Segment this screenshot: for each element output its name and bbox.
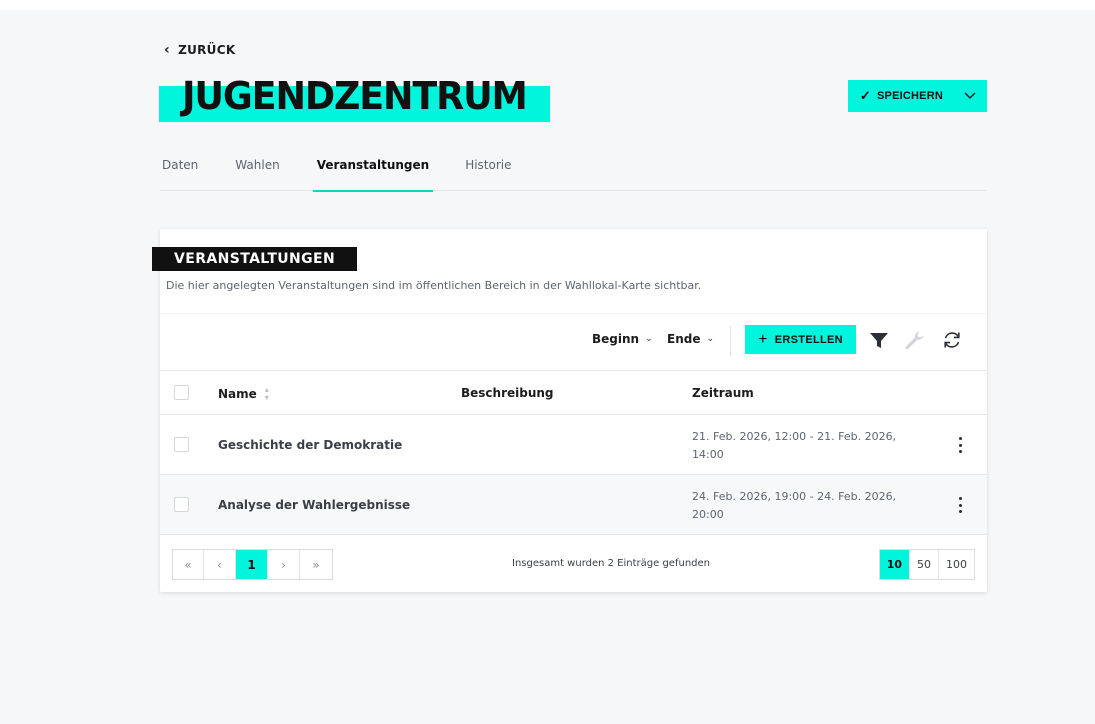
sort-beginn-select[interactable]: Beginn ⌄ [592, 332, 653, 346]
table-row[interactable]: Geschichte der Demokratie 21. Feb. 2026,… [160, 415, 987, 475]
first-page-button[interactable]: « [173, 550, 204, 579]
next-page-button[interactable]: › [268, 550, 300, 579]
row-range: 24. Feb. 2026, 19:00 - 24. Feb. 2026, 20… [692, 490, 897, 521]
table-header: Name ▴ ▾ Beschreibung Zeitraum [160, 370, 987, 415]
sort-beginn-label: Beginn [592, 332, 640, 346]
row-range: 21. Feb. 2026, 12:00 - 21. Feb. 2026, 14… [692, 430, 897, 461]
more-options-icon[interactable] [953, 435, 967, 455]
tab-wahlen[interactable]: Wahlen [235, 148, 279, 191]
select-all-checkbox[interactable] [174, 385, 189, 400]
tab-veranstaltungen[interactable]: Veranstaltungen [312, 148, 433, 192]
tab-historie[interactable]: Historie [465, 148, 511, 191]
row-checkbox[interactable] [174, 497, 189, 512]
column-name-label: Name [218, 387, 257, 401]
save-label: SPEICHERN [877, 90, 943, 102]
total-count: Insgesamt wurden 2 Einträge gefunden [512, 558, 710, 569]
page-button-current[interactable]: 1 [236, 550, 268, 579]
save-options-toggle[interactable] [953, 80, 987, 112]
sort-ende-select[interactable]: Ende ⌄ [667, 332, 714, 346]
column-description-header: Beschreibung [461, 386, 554, 400]
sort-icon: ▴ ▾ [264, 385, 269, 402]
pagination: « ‹ 1 › » [172, 549, 333, 580]
wrench-icon[interactable] [903, 329, 925, 351]
page-top-strip [0, 0, 1095, 10]
check-icon: ✓ [859, 88, 872, 103]
page-size-selector: 10 50 100 [878, 549, 975, 580]
chevron-left-icon: ‹ [164, 42, 171, 58]
row-checkbox[interactable] [174, 437, 189, 452]
plus-icon: + [758, 330, 768, 348]
back-link[interactable]: ‹ ZURÜCK [164, 43, 235, 57]
table-row[interactable]: Analyse der Wahlergebnisse 24. Feb. 2026… [160, 475, 987, 535]
column-range-header: Zeitraum [692, 386, 754, 400]
section-description: Die hier angelegten Veranstaltungen sind… [166, 279, 702, 292]
events-card: VERANSTALTUNGEN Die hier angelegten Vera… [152, 229, 987, 592]
page-size-50[interactable]: 50 [910, 550, 939, 579]
toolbar-divider [730, 326, 731, 356]
row-name: Analyse der Wahlergebnisse [218, 498, 411, 512]
page-size-100[interactable]: 100 [939, 550, 974, 579]
table-toolbar: Beginn ⌄ Ende ⌄ + ERSTELLEN [160, 313, 987, 370]
sort-ende-label: Ende [667, 332, 701, 346]
save-button-group: ✓ SPEICHERN [847, 80, 987, 112]
section-title: VERANSTALTUNGEN [152, 247, 358, 271]
last-page-button[interactable]: » [300, 550, 332, 579]
refresh-icon[interactable] [941, 329, 963, 351]
save-button[interactable]: ✓ SPEICHERN [848, 80, 953, 112]
tab-daten[interactable]: Daten [162, 148, 198, 191]
create-button[interactable]: + ERSTELLEN [745, 325, 856, 354]
row-name: Geschichte der Demokratie [218, 438, 403, 452]
chevron-down-icon: ⌄ [706, 334, 715, 344]
tab-bar: Daten Wahlen Veranstaltungen Historie [160, 148, 987, 192]
page-size-10[interactable]: 10 [879, 550, 910, 579]
chevron-down-icon [964, 92, 976, 99]
page-title: JUGENDZENTRUM [182, 74, 528, 118]
column-name-header[interactable]: Name ▴ ▾ [218, 386, 269, 402]
back-label: ZURÜCK [178, 43, 236, 57]
create-label: ERSTELLEN [774, 333, 843, 346]
chevron-down-icon: ⌄ [645, 334, 653, 344]
filter-icon[interactable] [868, 329, 890, 351]
more-options-icon[interactable] [953, 495, 967, 515]
prev-page-button[interactable]: ‹ [204, 550, 236, 579]
